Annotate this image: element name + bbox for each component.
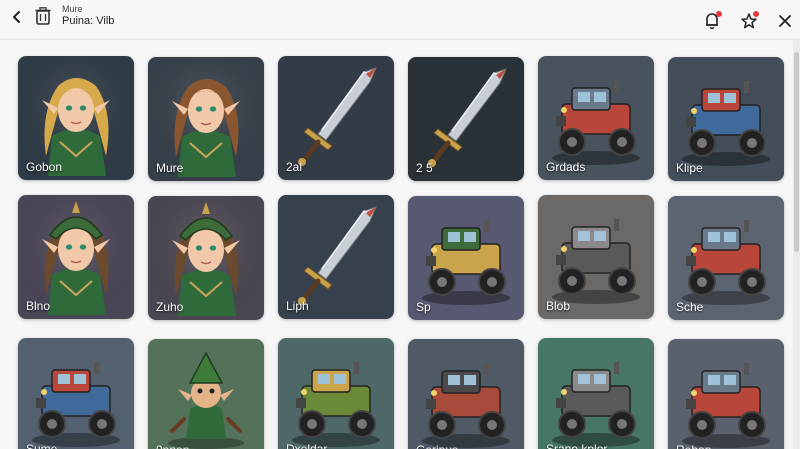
grid-item-label: Zuho [156,300,184,314]
back-button[interactable] [6,6,28,28]
grid-item-card[interactable]: Gobon [18,56,134,180]
close-button[interactable] [775,11,795,31]
grid-item-label: 9nnon [156,443,189,449]
scrollbar-thumb[interactable] [794,52,799,252]
grid-item-card[interactable]: Mure [148,57,264,181]
grid-item-card[interactable]: Klipe [668,57,784,181]
grid-item-label: Dxeldar [286,442,328,449]
grid-item-label: 2al [286,160,303,174]
grid-item-card[interactable]: 9nnon [148,339,264,449]
car-thumbnail [18,338,134,449]
header-subtitle: Mure [62,4,83,14]
grid-item-label: Mure [156,161,184,175]
car-thumbnail [538,338,654,449]
chevron-left-icon [13,11,20,23]
page-title: Puina: Vilb [62,15,115,27]
grid-item-label: Gobon [26,160,63,174]
grid-item-card[interactable]: Liph [278,195,394,319]
scrollbar[interactable] [793,40,800,449]
app-window: Mure Puina: Vilb Gobon Mure 2al 2 5 Grda… [0,0,800,449]
grid-item-card[interactable]: Rebon [668,339,784,449]
trash-icon [35,7,51,25]
grid-item-card[interactable]: 2al [278,56,394,180]
header-title-block: Mure Puina: Vilb [62,3,114,27]
grid-item-label: 2 5 [416,161,433,175]
favorites-dot [753,11,759,17]
grid-item-label: Srane kplor [546,442,608,449]
car-thumbnail [668,339,784,449]
grid-item-label: Rebon [676,443,711,449]
grid-item-card[interactable]: Blno [18,195,134,319]
favorites-button[interactable] [738,10,760,32]
grid-item-label: Grdads [546,160,586,174]
grid-item-label: Blob [546,299,571,313]
grid-item-label: Sume [26,442,58,449]
goblin-thumbnail [148,339,264,449]
grid-item-card[interactable]: Geripus [408,339,524,449]
grid-item-card[interactable]: Zuho [148,196,264,320]
grid-item-card[interactable]: Grdads [538,56,654,180]
close-icon [779,15,791,27]
grid-item-label: Liph [286,299,309,313]
notifications-button[interactable] [701,10,723,32]
grid-item-card[interactable]: Sp [408,196,524,320]
car-thumbnail [278,338,394,449]
header-bar: Mure Puina: Vilb [0,0,800,40]
grid-item-card[interactable]: Dxeldar [278,338,394,449]
grid-item-card[interactable]: Srane kplor [538,338,654,449]
grid-item-card[interactable]: Sche [668,196,784,320]
grid-item-card[interactable]: Sume [18,338,134,449]
grid-item-label: Sp [416,300,431,314]
grid-item-label: Klipe [676,161,703,175]
item-grid: Gobon Mure 2al 2 5 Grdads Klipe Blno Zuh… [0,40,794,449]
notification-dot [716,11,722,17]
car-thumbnail [408,339,524,449]
grid-item-card[interactable]: 2 5 [408,57,524,181]
grid-item-card[interactable]: Blob [538,195,654,319]
grid-item-label: Sche [676,300,704,314]
grid-item-label: Geripus [416,443,458,449]
grid-item-label: Blno [26,299,51,313]
delete-button[interactable] [32,4,54,28]
